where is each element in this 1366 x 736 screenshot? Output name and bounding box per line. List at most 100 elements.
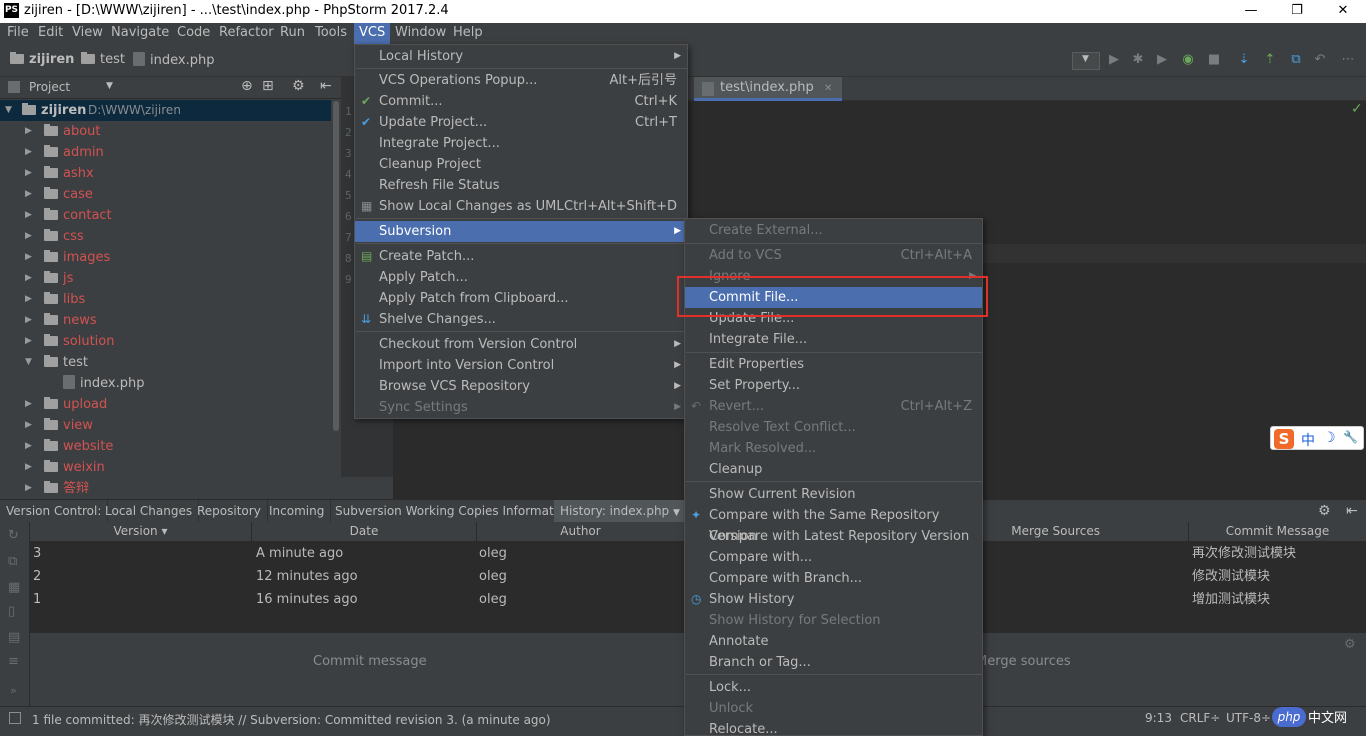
svn-menu-item-add-to-vcs[interactable]: Add to VCS Ctrl+Alt+A bbox=[685, 245, 982, 266]
hide-panel-icon[interactable]: ⇤ bbox=[1346, 503, 1358, 519]
tree-folder[interactable]: ▼ test bbox=[0, 352, 331, 373]
svn-menu-item-compare-with-latest-repository-version[interactable]: Compare with Latest Repository Version bbox=[685, 526, 982, 547]
tab-local-changes[interactable]: Local Changes bbox=[99, 500, 200, 523]
vcs-menu-item-subversion[interactable]: Subversion ▶ bbox=[355, 221, 687, 242]
tree-folder[interactable]: ▶ admin bbox=[0, 142, 331, 163]
svn-menu-item-lock[interactable]: Lock... bbox=[685, 677, 982, 698]
vcs-menu-item-checkout-from-version-control[interactable]: Checkout from Version Control ▶ bbox=[355, 334, 687, 355]
editor-tab[interactable]: test\index.php ✕ bbox=[694, 77, 843, 101]
tree-folder[interactable]: ▶ about bbox=[0, 121, 331, 142]
collapsed-arrow-icon[interactable]: ▶ bbox=[25, 268, 32, 289]
cursor-position[interactable]: 9:13 bbox=[1145, 711, 1172, 725]
svn-menu-item-resolve-text-conflict[interactable]: Resolve Text Conflict... bbox=[685, 417, 982, 438]
column-version[interactable]: Version ▾ bbox=[30, 522, 252, 542]
svn-menu-item-compare-with-branch[interactable]: Compare with Branch... bbox=[685, 568, 982, 589]
menu-file[interactable]: File bbox=[2, 23, 34, 44]
menu-navigate[interactable]: Navigate bbox=[106, 23, 174, 44]
breadcrumb-file[interactable]: index.php bbox=[133, 52, 214, 68]
stop-icon[interactable]: ■ bbox=[1206, 52, 1222, 68]
menu-edit[interactable]: Edit bbox=[33, 23, 68, 44]
locate-icon[interactable]: ⊕ bbox=[241, 78, 253, 94]
run-config-dropdown[interactable]: ▼ bbox=[1072, 52, 1100, 70]
menu-code[interactable]: Code bbox=[172, 23, 215, 44]
refresh-icon[interactable]: ↻ bbox=[8, 528, 19, 543]
breadcrumb-project[interactable]: zijiren bbox=[10, 52, 74, 67]
coverage-icon[interactable]: ▶ bbox=[1154, 52, 1170, 68]
vcs-menu-item-apply-patch[interactable]: Apply Patch... bbox=[355, 267, 687, 288]
vcs-menu-item-show-local-changes-as-uml[interactable]: ▦ Show Local Changes as UML Ctrl+Alt+Shift… bbox=[355, 196, 687, 217]
vcs-menu-item-import-into-version-control[interactable]: Import into Version Control ▶ bbox=[355, 355, 687, 376]
line-separator[interactable]: CRLF÷ bbox=[1180, 711, 1220, 725]
collapsed-arrow-icon[interactable]: ▶ bbox=[25, 121, 32, 142]
expanded-arrow-icon[interactable]: ▼ bbox=[25, 352, 32, 373]
details-icon[interactable]: ⚙ bbox=[1344, 637, 1356, 652]
compare-icon[interactable]: ⧉ bbox=[8, 554, 17, 569]
tree-folder[interactable]: ▶ solution bbox=[0, 331, 331, 352]
svn-menu-item-show-history-for-selection[interactable]: Show History for Selection bbox=[685, 610, 982, 631]
tree-folder[interactable]: ▶ js bbox=[0, 268, 331, 289]
vcs-menu-item-browse-vcs-repository[interactable]: Browse VCS Repository ▶ bbox=[355, 376, 687, 397]
tree-folder[interactable]: ▶ website bbox=[0, 436, 331, 457]
settings-icon[interactable]: ⋯ bbox=[1340, 52, 1356, 68]
svn-menu-item-integrate-file[interactable]: Integrate File... bbox=[685, 329, 982, 350]
scrollbar-thumb[interactable] bbox=[333, 101, 339, 431]
svn-menu-item-show-history[interactable]: ◷ Show History bbox=[685, 589, 982, 610]
column-commit-message[interactable]: Commit Message bbox=[1189, 522, 1366, 542]
filter-icon[interactable]: ≡ bbox=[8, 654, 19, 669]
vcs-menu-item-shelve-changes[interactable]: ⇊ Shelve Changes... bbox=[355, 309, 687, 330]
vcs-compare-icon[interactable]: ⧉ bbox=[1288, 52, 1304, 68]
tree-root[interactable]: ▼ zijiren D:\WWW\zijiren bbox=[0, 100, 331, 121]
svn-menu-item-mark-resolved[interactable]: Mark Resolved... bbox=[685, 438, 982, 459]
expand-icon[interactable]: » bbox=[10, 684, 17, 697]
project-scrollbar[interactable] bbox=[331, 99, 341, 499]
svn-menu-item-compare-with[interactable]: Compare with... bbox=[685, 547, 982, 568]
vcs-menu-item-integrate-project[interactable]: Integrate Project... bbox=[355, 133, 687, 154]
copy-icon[interactable]: ▯ bbox=[8, 604, 15, 619]
debug-icon[interactable]: ✱ bbox=[1130, 52, 1146, 68]
wrench-icon[interactable]: 🔧 bbox=[1343, 430, 1358, 444]
status-message[interactable]: 1 file committed: 再次修改测试模块 // Subversion… bbox=[32, 711, 551, 728]
menu-window[interactable]: Window bbox=[390, 23, 451, 44]
menu-view[interactable]: View bbox=[67, 23, 108, 44]
svn-menu-item-create-external[interactable]: Create External... bbox=[685, 220, 982, 241]
collapsed-arrow-icon[interactable]: ▶ bbox=[25, 436, 32, 457]
tab-history[interactable]: History: index.php ▼ bbox=[554, 500, 686, 523]
annotate-icon[interactable]: ▦ bbox=[8, 580, 20, 595]
vcs-menu-item-local-history[interactable]: Local History ▶ bbox=[355, 46, 687, 67]
collapsed-arrow-icon[interactable]: ▶ bbox=[25, 457, 32, 478]
column-author[interactable]: Author bbox=[477, 522, 685, 542]
svn-menu-item-relocate[interactable]: Relocate... bbox=[685, 719, 982, 736]
menu-run[interactable]: Run bbox=[275, 23, 310, 44]
collapsed-arrow-icon[interactable]: ▶ bbox=[25, 331, 32, 352]
collapsed-arrow-icon[interactable]: ▶ bbox=[25, 205, 32, 226]
collapsed-arrow-icon[interactable]: ▶ bbox=[25, 289, 32, 310]
close-tab-icon[interactable]: ✕ bbox=[824, 83, 832, 94]
maximize-button[interactable]: ❐ bbox=[1274, 0, 1320, 23]
tree-folder[interactable]: ▶ ashx bbox=[0, 163, 331, 184]
collapsed-arrow-icon[interactable]: ▶ bbox=[25, 310, 32, 331]
tree-folder[interactable]: ▶ contact bbox=[0, 205, 331, 226]
collapsed-arrow-icon[interactable]: ▶ bbox=[25, 478, 32, 499]
collapsed-arrow-icon[interactable]: ▶ bbox=[25, 226, 32, 247]
svn-menu-item-edit-properties[interactable]: Edit Properties bbox=[685, 354, 982, 375]
vcs-commit-icon[interactable]: ⇡ bbox=[1262, 52, 1278, 68]
tree-folder[interactable]: ▶ upload bbox=[0, 394, 331, 415]
tool-windows-icon[interactable] bbox=[9, 712, 21, 724]
collapse-all-icon[interactable]: ⊞ bbox=[262, 78, 274, 94]
run-icon[interactable]: ▶ bbox=[1106, 52, 1122, 68]
breadcrumb-folder[interactable]: test bbox=[81, 52, 125, 67]
tree-folder[interactable]: ▶ 答辩 bbox=[0, 478, 331, 499]
menu-vcs[interactable]: VCS bbox=[354, 23, 391, 44]
svn-menu-item-cleanup[interactable]: Cleanup bbox=[685, 459, 982, 480]
vcs-menu-item-sync-settings[interactable]: Sync Settings ▶ bbox=[355, 397, 687, 418]
vcs-menu-item-cleanup-project[interactable]: Cleanup Project bbox=[355, 154, 687, 175]
menu-refactor[interactable]: Refactor bbox=[214, 23, 279, 44]
tree-folder[interactable]: ▶ images bbox=[0, 247, 331, 268]
tab-incoming[interactable]: Incoming bbox=[263, 500, 332, 523]
vcs-menu-item-apply-patch-from-clipboard[interactable]: Apply Patch from Clipboard... bbox=[355, 288, 687, 309]
svn-menu-item-revert[interactable]: ↶ Revert... Ctrl+Alt+Z bbox=[685, 396, 982, 417]
collapsed-arrow-icon[interactable]: ▶ bbox=[25, 184, 32, 205]
vcs-menu-item-vcs-operations-popup[interactable]: VCS Operations Popup... Alt+后引号 bbox=[355, 70, 687, 91]
menu-tools[interactable]: Tools bbox=[310, 23, 352, 44]
ime-toolbar[interactable]: S 中 ☽ 🔧 bbox=[1270, 426, 1364, 450]
